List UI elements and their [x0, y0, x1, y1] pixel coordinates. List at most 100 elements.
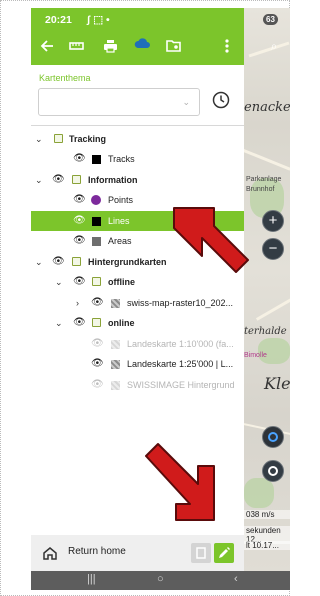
layer-swatch	[92, 217, 101, 226]
layers-panel: 20:21 ʃ ⬚ • Kartenthema ⌄ ⌄ Tracking 👁 T…	[31, 8, 244, 590]
layer-label: Hintergrundkarten	[88, 257, 167, 267]
edit-button[interactable]	[214, 543, 234, 563]
folder-icon	[72, 257, 81, 266]
kartenthema-label: Kartenthema	[39, 73, 91, 83]
layer-label: Landeskarte 1:25'000 | L...	[127, 359, 234, 369]
chevron-down-icon[interactable]: ⌄	[35, 252, 43, 272]
history-clock-icon[interactable]	[211, 90, 231, 110]
layer-label: Information	[88, 175, 138, 185]
home-circle-icon[interactable]: ○	[157, 573, 164, 585]
crosshair-icon	[268, 432, 278, 442]
ruler-icon[interactable]	[69, 39, 84, 53]
map-stat: 038 m/s	[244, 510, 290, 519]
chevron-down-icon: ⌄	[182, 97, 190, 107]
map-label: Parkanlage	[246, 176, 282, 183]
eye-icon[interactable]: 👁	[52, 252, 65, 272]
back-arrow-icon[interactable]	[40, 39, 54, 53]
map-label: Bimolle	[244, 352, 267, 359]
layer-label: swiss-map-raster10_202...	[127, 298, 234, 308]
record-icon	[268, 466, 278, 476]
layer-label: online	[108, 318, 135, 328]
folder-icon	[72, 175, 81, 184]
eye-icon[interactable]: 👁	[73, 313, 86, 333]
layer-swatch	[92, 155, 101, 164]
eye-icon[interactable]: 👁	[73, 231, 86, 251]
status-icons: ʃ ⬚ •	[86, 14, 110, 26]
folder-icon	[54, 134, 63, 143]
locate-me-button[interactable]	[262, 426, 284, 448]
layer-label: Areas	[108, 236, 132, 246]
kartenthema-select[interactable]: ⌄	[38, 88, 200, 116]
map-toggle-button[interactable]	[191, 543, 211, 563]
tree-row-landeskarte-10000[interactable]: 👁 Landeskarte 1:10'000 (fa...	[31, 334, 244, 354]
chevron-down-icon[interactable]: ⌄	[35, 129, 43, 149]
tree-row-hintergrundkarten[interactable]: ⌄ 👁 Hintergrundkarten	[31, 252, 244, 272]
eye-icon[interactable]: 👁	[73, 149, 86, 169]
toolbar	[31, 36, 244, 58]
eye-icon[interactable]: 👁	[52, 170, 65, 190]
tree-row-areas[interactable]: 👁 Areas	[31, 231, 244, 251]
chevron-right-icon[interactable]: ›	[76, 293, 79, 313]
chevron-down-icon[interactable]: ⌄	[55, 313, 63, 333]
tree-row-online[interactable]: ⌄ 👁 online	[31, 313, 244, 333]
return-home-label[interactable]: Return home	[68, 546, 126, 557]
tree-row-information[interactable]: ⌄ 👁 Information	[31, 170, 244, 190]
tree-row-offline[interactable]: ⌄ 👁 offline	[31, 272, 244, 292]
map-thumbnail-icon	[111, 360, 120, 369]
app-bar: 20:21 ʃ ⬚ •	[31, 8, 244, 65]
tree-row-tracks[interactable]: 👁 Tracks	[31, 149, 244, 169]
record-button[interactable]	[262, 460, 284, 482]
layer-label: Lines	[108, 216, 130, 226]
status-bar: 20:21 ʃ ⬚ •	[45, 14, 110, 26]
chevron-down-icon[interactable]: ⌄	[55, 272, 63, 292]
eye-off-icon[interactable]: 👁	[91, 375, 104, 395]
tree-row-points[interactable]: 👁 Points	[31, 190, 244, 210]
map-label: enacker	[244, 100, 290, 115]
layer-label: SWISSIMAGE Hintergrund	[127, 380, 235, 390]
layer-label: Tracking	[69, 134, 107, 144]
search-map-button[interactable]: ⌕	[263, 36, 285, 58]
layer-swatch	[92, 237, 101, 246]
home-icon[interactable]	[42, 545, 58, 561]
map-label: Brunnhof	[246, 186, 275, 193]
eye-icon[interactable]: 👁	[73, 190, 86, 210]
print-icon[interactable]	[103, 39, 118, 53]
chevron-down-icon[interactable]: ⌄	[35, 170, 43, 190]
system-nav-bar: ||| ○ ‹	[31, 571, 290, 590]
tree-row-lines[interactable]: 👁 Lines	[31, 211, 244, 231]
layer-label: offline	[108, 277, 135, 287]
tree-row-landeskarte-25000[interactable]: 👁 Landeskarte 1:25'000 | L...	[31, 354, 244, 374]
back-chevron-icon[interactable]: ‹	[234, 573, 238, 585]
map-label: terhalde	[244, 326, 287, 337]
status-time: 20:21	[45, 14, 72, 26]
zoom-out-button[interactable]: −	[262, 238, 284, 260]
battery-badge: 63	[263, 14, 278, 25]
eye-icon[interactable]: 👁	[73, 272, 86, 292]
eye-icon[interactable]: 👁	[91, 354, 104, 374]
tree-row-tracking[interactable]: ⌄ Tracking	[31, 129, 244, 149]
map-thumbnail-icon	[111, 299, 120, 308]
eye-off-icon[interactable]: 👁	[91, 334, 104, 354]
layer-label: Points	[108, 195, 134, 205]
folder-icon	[92, 277, 101, 286]
recents-icon[interactable]: |||	[87, 573, 96, 585]
map-label: Kle	[264, 374, 290, 393]
layer-swatch	[91, 195, 101, 205]
tree-row-swiss-map[interactable]: › 👁 swiss-map-raster10_202...	[31, 293, 244, 313]
folder-settings-icon[interactable]	[166, 39, 181, 52]
zoom-in-button[interactable]: +	[262, 210, 284, 232]
map-thumbnail-icon	[111, 340, 120, 349]
folder-icon	[92, 318, 101, 327]
eye-icon[interactable]: 👁	[73, 211, 86, 231]
divider	[31, 125, 244, 126]
layer-label: Tracks	[108, 154, 135, 164]
layer-label: Landeskarte 1:10'000 (fa...	[127, 339, 234, 349]
map-view[interactable]: enacker Parkanlage Brunnhof terhalde Kle…	[244, 8, 290, 590]
bottom-bar: Return home	[31, 535, 244, 571]
map-stat: lt 10.17...	[244, 541, 290, 550]
map-thumbnail-icon	[111, 381, 120, 390]
more-vert-icon[interactable]	[225, 39, 229, 53]
eye-icon[interactable]: 👁	[91, 293, 104, 313]
cloud-icon[interactable]	[134, 37, 150, 49]
tree-row-swissimage[interactable]: 👁 SWISSIMAGE Hintergrund	[31, 375, 244, 395]
